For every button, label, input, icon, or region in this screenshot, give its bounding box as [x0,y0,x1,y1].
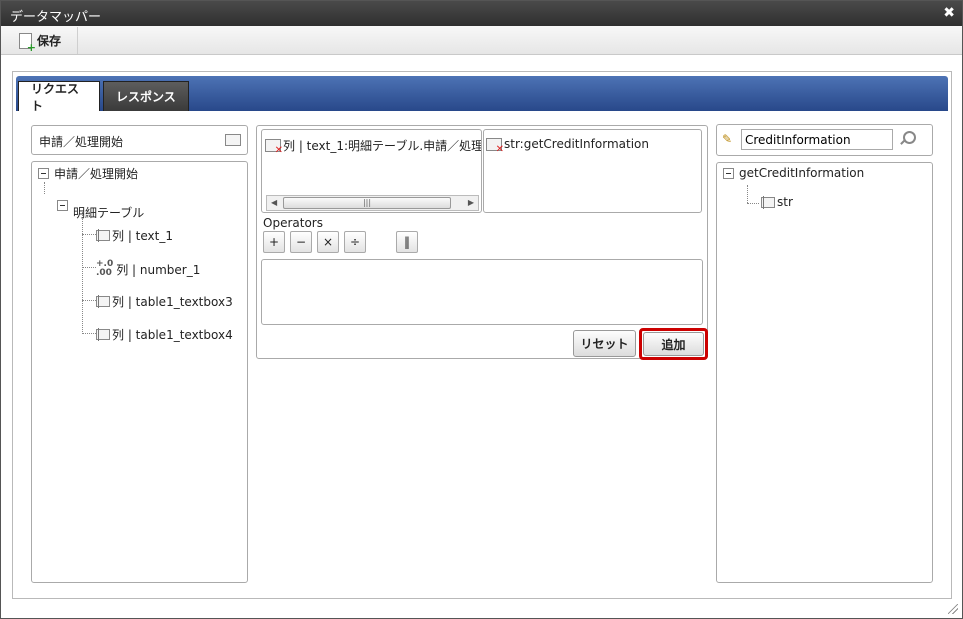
close-icon[interactable]: ✖ [943,5,955,21]
operators-label: Operators [263,216,323,230]
column-icon [96,295,110,308]
horizontal-scrollbar[interactable]: ◀ ||| ▶ [266,195,479,211]
tree-node-column[interactable]: +.0.00 列 | number_1 [96,260,200,278]
title-bar: データマッパー ✖ [1,1,962,26]
operator-minus-label: − [295,235,307,249]
source-mapping-label: 列 | text_1:明細テーブル.申請／処理開 [283,139,482,153]
target-mapping-label: str:getCreditInformation [504,137,649,151]
tab-request[interactable]: リクエスト [18,81,100,113]
operator-multiply-label: × [322,235,334,249]
operator-plus-button[interactable]: + [263,231,285,253]
tab-bar: リクエスト レスポンス [16,76,948,113]
collapse-icon[interactable] [57,200,68,211]
tree-node-column-label: 列 | number_1 [116,262,201,277]
column-icon [96,328,110,341]
search-icon[interactable] [899,131,916,147]
operator-minus-button[interactable]: − [290,231,312,253]
target-mapping-box[interactable]: str:getCreditInformation [483,129,702,213]
tree-node-table-label: 明細テーブル [73,206,145,220]
tree-node-column-label: 列 | table1_textbox4 [112,328,233,342]
add-button-label: 追加 [661,337,686,352]
scroll-left-icon[interactable]: ◀ [271,198,277,207]
target-mapping-item[interactable]: str:getCreditInformation [486,137,649,155]
save-doc-icon [19,32,36,53]
tree-node-table[interactable]: 明細テーブル [57,190,144,221]
operator-concat-label: ‖ [404,235,410,249]
scrollbar-thumb[interactable]: ||| [283,197,451,209]
operator-multiply-button[interactable]: × [317,231,339,253]
tab-response-label: レスポンス [116,90,176,104]
tree-node-root-label: 申請／処理開始 [54,167,139,181]
resize-grip-icon[interactable] [948,604,958,614]
tree-node-field[interactable]: str [761,195,793,209]
add-button[interactable]: 追加 [643,332,704,356]
operator-concat-button[interactable]: ‖ [396,231,418,253]
data-mapper-window: データマッパー ✖ 保存 リクエスト レスポンス 申請／処理開始 申請／処理開始 [0,0,963,619]
tree-node-root[interactable]: 申請／処理開始 [38,165,138,182]
column-icon [761,195,775,209]
card-icon[interactable] [225,134,241,146]
tree-node-column-label: 列 | table1_textbox3 [112,295,233,309]
tree-node-column-label: 列 | text_1 [112,229,173,243]
toolbar: 保存 [1,26,962,55]
tree-node-column[interactable]: 列 | table1_textbox4 [96,326,233,343]
tree-node-column[interactable]: 列 | text_1 [96,227,173,244]
save-button-label: 保存 [37,34,62,48]
operator-plus-label: + [268,235,280,249]
reset-button-label: リセット [580,337,629,351]
operator-divide-label: ÷ [349,235,361,249]
tree-node-service[interactable]: getCreditInformation [723,166,864,180]
right-tree-panel: getCreditInformation str [716,162,933,583]
left-source-header-label: 申請／処理開始 [39,135,124,149]
tree-node-field-label: str [777,195,793,209]
mapping-item-icon [265,139,283,156]
tab-response[interactable]: レスポンス [103,81,189,111]
number-icon: +.0.00 [96,259,114,278]
expression-input[interactable] [261,259,703,325]
source-mapping-item[interactable]: 列 | text_1:明細テーブル.申請／処理開 [265,137,482,156]
collapse-icon[interactable] [723,167,734,179]
tree-node-service-label: getCreditInformation [739,166,865,180]
source-mapping-box[interactable]: 列 | text_1:明細テーブル.申請／処理開 ◀ ||| ▶ [261,129,482,213]
left-source-header: 申請／処理開始 [31,125,248,155]
search-input[interactable] [741,129,893,150]
operator-divide-button[interactable]: ÷ [344,231,366,253]
mapping-item-icon [486,137,504,155]
wand-icon[interactable]: ✎ [722,132,732,146]
reset-button[interactable]: リセット [573,330,636,357]
window-title: データマッパー [10,10,102,25]
tab-request-label: リクエスト [31,81,80,113]
column-icon [96,229,110,242]
scroll-right-icon[interactable]: ▶ [468,198,474,207]
save-button[interactable]: 保存 [9,27,78,54]
left-tree-panel: 申請／処理開始 明細テーブル 列 | text_1 +.0.00 列 | num… [31,161,248,583]
collapse-icon[interactable] [38,168,49,179]
tree-node-column[interactable]: 列 | table1_textbox3 [96,293,233,310]
